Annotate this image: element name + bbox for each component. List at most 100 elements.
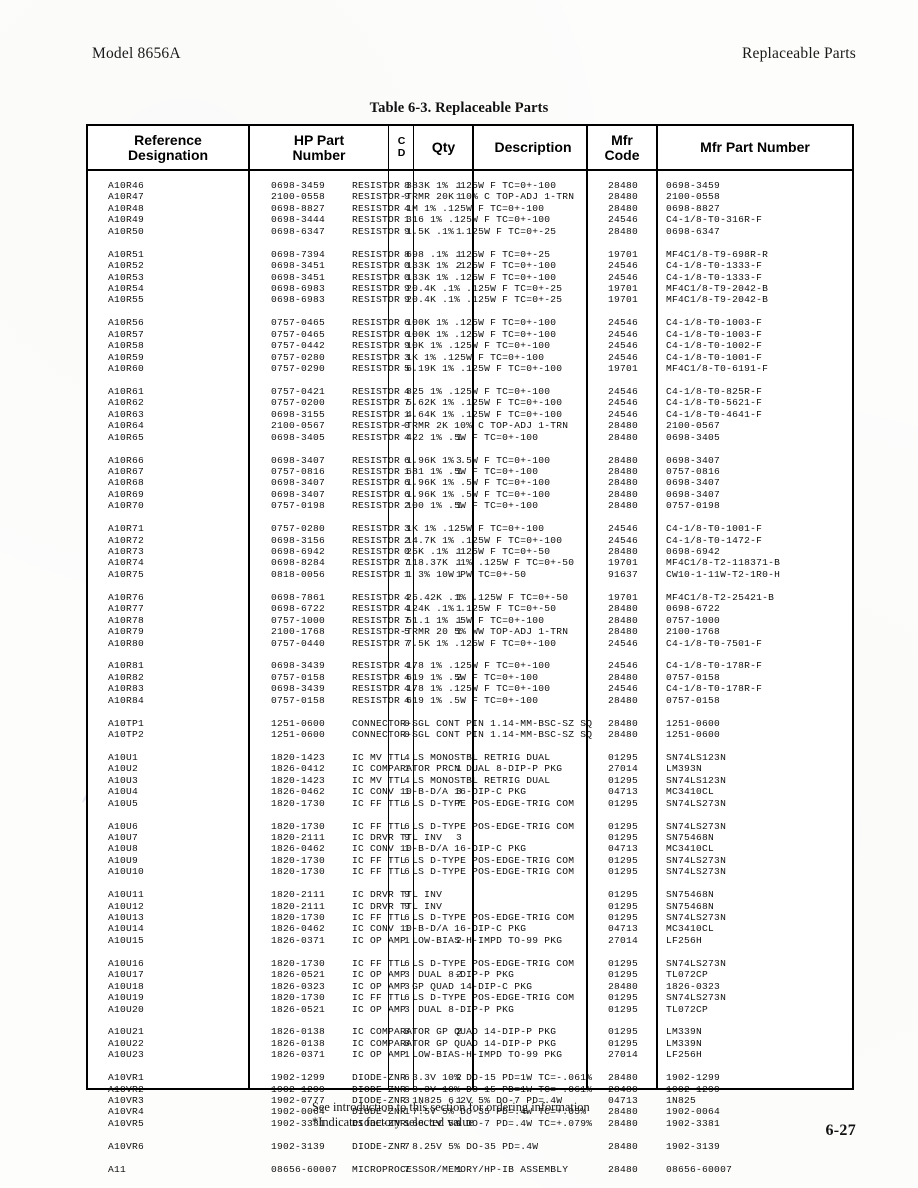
table-cell-reference: A10R54: [108, 282, 145, 294]
table-cell-mfr-code: 04713: [607, 1095, 639, 1106]
table-cell-reference: A10U17: [108, 969, 145, 981]
table-cell-description: RESISTOR 20.4K .1% .125W F TC=0+-25: [352, 294, 563, 306]
table-cell-mfr-part: SN74LS273N: [666, 957, 727, 969]
table-cell-hp-part: 08656-60007: [271, 1163, 338, 1175]
table-cell-reference: A11: [108, 1163, 127, 1175]
row-group-spacer: [88, 374, 852, 385]
table-cell-description: IC OP AMP DUAL 8-DIP-P PKG: [352, 1003, 515, 1015]
table-cell-reference: A10U23: [108, 1049, 145, 1061]
table-cell-mfr-code: 01295: [607, 820, 639, 832]
table-cell-description: RESISTOR 422 1% .5W F TC=0+-100: [352, 431, 539, 443]
table-cell-mfr-code: 28480: [607, 980, 639, 992]
table-cell-reference: A10R57: [108, 328, 145, 340]
table-cell-hp-part: 1902-1299: [271, 1072, 326, 1084]
table-cell-mfr-part: SN74LS273N: [666, 992, 727, 1004]
table-cell-mfr-part: MF4C1/8-T9-2042-B: [666, 294, 769, 306]
table-cell-mfr-code: 27014: [607, 1049, 639, 1061]
table-cell-description: RESISTOR 10K 1% .125W F TC=0+-100: [352, 340, 551, 352]
table-cell-reference: A10U19: [108, 992, 145, 1004]
table-cell-description: RESISTOR 619 1% .5W F TC=0+-100: [352, 671, 539, 683]
column-divider: [656, 126, 658, 1088]
table-cell-mfr-code: 01295: [607, 866, 639, 878]
table-cell-description: RESISTOR 698 .1% .125W F TC=0+-25: [352, 248, 551, 260]
table-cell-mfr-part: C4-1/8-T0-1002-F: [666, 340, 763, 352]
column-divider: [472, 126, 474, 1088]
table-cell-mfr-code: 01295: [607, 797, 639, 809]
table-cell-mfr-part: C4-1/8-T0-1472-F: [666, 534, 763, 546]
table-cell-mfr-part: 0698-6347: [666, 225, 721, 237]
table-cell-mfr-part: 0757-1000: [666, 614, 721, 626]
table-cell-reference: A10VR3: [108, 1095, 145, 1106]
table-cell-reference: A10R66: [108, 454, 145, 466]
table-cell-description: IC FF TTL LS D-TYPE POS-EDGE-TRIG COM: [352, 912, 575, 923]
table-cell-mfr-code: 28480: [607, 202, 639, 214]
table-cell-reference: A10U21: [108, 1026, 145, 1038]
table-row: A10R51 0698-7394 8 1 RESISTOR 698 .1% .125W …: [88, 249, 852, 260]
table-row: A10U16 1820-1730 6 IC FF TTL LS D-TYPE POS-…: [88, 958, 852, 969]
table-row: A10U13 1820-1730 6 IC FF TTL LS D-TYPE POS-…: [88, 912, 852, 923]
table-row: A10U12 1820-2111 9 IC DRVR TTL INV 01295 SN75…: [88, 901, 852, 912]
table-cell-mfr-part: TL072CP: [666, 1003, 709, 1015]
table-cell-description: RESISTOR 14.7K 1% .125W F TC=0+-100: [352, 534, 563, 546]
table-cell-description: RESISTOR 1M 1% .125W F TC=0+-100: [352, 202, 545, 214]
table-row: A10TP2 1251-0600 0 CONNECTOR-SGL CONT PIN 1…: [88, 729, 852, 740]
table-row: A10U3 1820-1423 4 IC MV TTL LS MONOSTBL RET…: [88, 775, 852, 786]
table-row: A10U11 1820-2111 9 IC DRVR TTL INV 01295 SN75…: [88, 889, 852, 900]
table-cell-mfr-part: SN75468N: [666, 889, 715, 901]
table-cell-hp-part: 1826-0521: [271, 969, 326, 981]
table-cell-mfr-code: 28480: [607, 488, 639, 500]
table-cell-reference: A10R70: [108, 500, 145, 512]
table-row: A10U19 1820-1730 6 IC FF TTL LS D-TYPE POS-…: [88, 992, 852, 1003]
column-header-hp-part-number: HP Part Number: [292, 131, 346, 163]
table-row: A10R65 0698-3405 4 1 RESISTOR 422 1% .5W F T…: [88, 432, 852, 443]
table-cell-reference: A10TP1: [108, 717, 145, 729]
table-row: A10R64 2100-0567 0 RESISTOR-TRMR 2K 10% C T…: [88, 420, 852, 431]
table-cell-reference: A10R56: [108, 317, 145, 329]
table-row: A10R81 0698-3439 4 RESISTOR 178 1% .125W F …: [88, 660, 852, 671]
table-cell-mfr-part: LM339N: [666, 1037, 703, 1049]
table-row: A10R48 0698-8827 4 RESISTOR 1M 1% .125W F T…: [88, 203, 852, 214]
table-cell-hp-part: 0757-0440: [271, 637, 326, 649]
table-row: A10U20 1826-0521 3 IC OP AMP DUAL 8-DIP-P P…: [88, 1004, 852, 1015]
table-cell-hp-part: 1826-0462: [271, 786, 326, 798]
table-cell-reference: A10R77: [108, 603, 145, 615]
table-row: A10R50 0698-6347 9 1 RESISTOR 1.5K .1% .125W…: [88, 226, 852, 237]
table-cell-reference: A10VR1: [108, 1072, 145, 1084]
table-cell-mfr-code: 28480: [607, 1140, 639, 1152]
table-cell-mfr-part: C4-1/8-T0-4641-F: [666, 408, 763, 420]
table-cell-reference: A10U18: [108, 980, 145, 992]
column-header-cd: CD: [397, 134, 406, 159]
table-cell-hp-part: 0698-3407: [271, 477, 326, 489]
table-cell-hp-part: 1826-0371: [271, 934, 326, 946]
table-cell-hp-part: 2100-1768: [271, 626, 326, 638]
table-cell-mfr-part: MF4C1/8-T9-698R-R: [666, 248, 769, 260]
table-cell-description: IC COMPARATOR GP QUAD 14-DIP-P PKG: [352, 1037, 557, 1049]
table-cell-mfr-part: C4-1/8-T0-1333-F: [666, 271, 763, 283]
table-cell-mfr-code: 28480: [607, 717, 639, 729]
table-cell-mfr-code: 01295: [607, 774, 639, 786]
table-cell-mfr-code: 28480: [607, 180, 639, 191]
table-cell-mfr-part: 0757-0158: [666, 694, 721, 706]
table-cell-hp-part: 0698-6722: [271, 603, 326, 615]
table-cell-mfr-code: 28480: [607, 431, 639, 443]
table-row: A10R84 0757-0158 4 RESISTOR 619 1% .5W F TC…: [88, 695, 852, 706]
table-cell-mfr-part: 0698-3407: [666, 477, 721, 489]
table-cell-hp-part: 1820-1730: [271, 797, 326, 809]
row-group-spacer: [88, 306, 852, 317]
table-cell-reference: A10R72: [108, 534, 145, 546]
table-cell-description: IC FF TTL LS D-TYPE POS-EDGE-TRIG COM: [352, 957, 575, 969]
table-cell-hp-part: 0698-3451: [271, 271, 326, 283]
table-cell-hp-part: 1820-1730: [271, 992, 326, 1004]
table-cell-reference: A10R73: [108, 546, 145, 557]
table-cell-reference: A10R51: [108, 248, 145, 260]
table-cell-mfr-part: 1902-3381: [666, 1117, 721, 1129]
table-row: A10R61 0757-0421 4 RESISTOR 825 1% .125W F …: [88, 386, 852, 397]
table-cell-mfr-part: C4-1/8-T0-1333-F: [666, 260, 763, 272]
table-cell-description: MICROPROCESSOR/MEMORY/HP-IB ASSEMBLY: [352, 1163, 569, 1175]
table-cell-hp-part: 0698-8827: [271, 202, 326, 214]
table-cell-reference: A10VR4: [108, 1106, 145, 1118]
table-cell-mfr-part: TL072CP: [666, 969, 709, 981]
table-cell-mfr-code: 24546: [607, 271, 639, 283]
table-cell-mfr-part: MC3410CL: [666, 923, 715, 935]
running-head-right: Replaceable Parts: [741, 45, 856, 62]
